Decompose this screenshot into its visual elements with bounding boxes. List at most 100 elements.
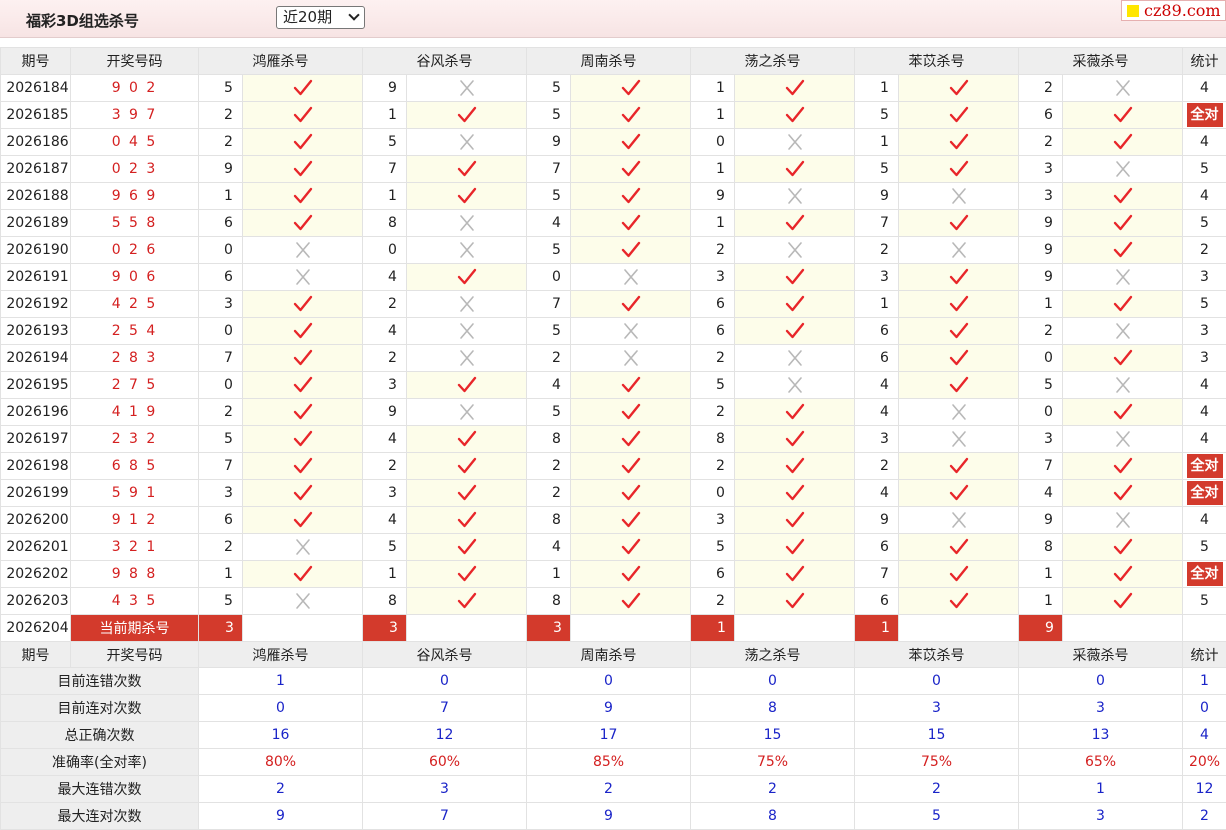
result-cell — [1063, 534, 1183, 561]
table-row: 20261932 5 40456623 — [1, 318, 1226, 345]
kill-number-cell: 2 — [527, 345, 571, 372]
result-cell — [899, 534, 1019, 561]
result-cell — [571, 534, 691, 561]
result-cell — [735, 426, 855, 453]
summary-row: 总正确次数1612171515134 — [1, 722, 1226, 749]
kill-number-cell: 9 — [855, 183, 899, 210]
col-issue: 期号 — [1, 48, 71, 75]
kill-number-cell: 4 — [363, 507, 407, 534]
summary-value: 80% — [199, 749, 363, 776]
cross-icon — [785, 134, 805, 150]
kill-number-cell: 3 — [199, 480, 243, 507]
result-cell — [899, 318, 1019, 345]
check-icon — [621, 188, 641, 204]
kill-number-cell: 5 — [1019, 372, 1063, 399]
kill-number-cell: 9 — [691, 183, 735, 210]
kill-number-cell: 2 — [1019, 318, 1063, 345]
kill-number-cell: 5 — [527, 183, 571, 210]
check-icon — [621, 242, 641, 258]
kill-number-cell: 8 — [1019, 534, 1063, 561]
cross-icon — [457, 350, 477, 366]
table-row: 20261853 9 7215156全对 — [1, 102, 1226, 129]
result-cell — [1063, 210, 1183, 237]
stat-cell: 5 — [1183, 210, 1226, 237]
issue-cell: 2026195 — [1, 372, 71, 399]
summary-label: 目前连错次数 — [1, 668, 199, 695]
check-icon — [457, 161, 477, 177]
check-icon — [293, 485, 313, 501]
kill-number-cell: 3 — [199, 291, 243, 318]
issue-cell: 2026189 — [1, 210, 71, 237]
site-badge[interactable]: cz89.com — [1121, 0, 1226, 21]
current-kill-label: 当前期杀号 — [71, 615, 199, 642]
kill-number-cell: 3 — [1019, 183, 1063, 210]
draw-number-cell: 9 8 8 — [71, 561, 199, 588]
result-cell — [407, 156, 527, 183]
result-cell — [243, 102, 363, 129]
kill-number-cell: 2 — [199, 399, 243, 426]
kill-number-cell: 6 — [199, 210, 243, 237]
draw-number-cell: 2 8 3 — [71, 345, 199, 372]
check-icon — [457, 593, 477, 609]
col-draw: 开奖号码 — [71, 48, 199, 75]
check-icon — [949, 485, 969, 501]
kill-number-cell: 2 — [199, 102, 243, 129]
empty-cell — [407, 615, 527, 642]
check-icon — [949, 107, 969, 123]
result-cell — [407, 129, 527, 156]
check-icon — [785, 512, 805, 528]
cross-icon — [949, 512, 969, 528]
result-cell — [735, 156, 855, 183]
stat-cell: 4 — [1183, 372, 1226, 399]
kill-number-cell: 9 — [527, 129, 571, 156]
kill-number-cell: 6 — [1019, 102, 1063, 129]
kill-number-cell: 3 — [855, 426, 899, 453]
summary-stat: 0 — [1183, 695, 1226, 722]
cross-icon — [949, 404, 969, 420]
cross-icon — [293, 593, 313, 609]
kill-number-cell: 8 — [363, 588, 407, 615]
kill-number-cell: 4 — [527, 210, 571, 237]
result-cell — [899, 345, 1019, 372]
table-row: 20261860 4 52590124 — [1, 129, 1226, 156]
summary-stat: 20% — [1183, 749, 1226, 776]
result-cell — [1063, 588, 1183, 615]
result-cell — [407, 210, 527, 237]
kill-number-cell: 1 — [1019, 561, 1063, 588]
kill-number-cell: 1 — [199, 183, 243, 210]
page-title: 福彩3D组选杀号 — [26, 10, 139, 31]
result-cell — [735, 453, 855, 480]
summary-value: 9 — [199, 803, 363, 830]
table-row: 20261900 2 60052292 — [1, 237, 1226, 264]
check-icon — [949, 269, 969, 285]
result-cell — [1063, 129, 1183, 156]
check-icon — [949, 161, 969, 177]
result-cell — [243, 129, 363, 156]
check-icon — [457, 566, 477, 582]
cross-icon — [1113, 512, 1133, 528]
check-icon — [785, 323, 805, 339]
result-cell — [735, 210, 855, 237]
result-cell — [407, 291, 527, 318]
kill-number-cell: 2 — [691, 588, 735, 615]
issue-cell: 2026193 — [1, 318, 71, 345]
stat-cell: 4 — [1183, 399, 1226, 426]
issue-cell: 2026188 — [1, 183, 71, 210]
table-row: 20261849 0 25951124 — [1, 75, 1226, 102]
col-expert-1: 鸿雁杀号 — [199, 642, 363, 668]
table-row: 20261986 8 5722227全对 — [1, 453, 1226, 480]
stat-cell: 4 — [1183, 507, 1226, 534]
draw-number-cell: 9 6 9 — [71, 183, 199, 210]
result-cell — [735, 588, 855, 615]
issue-cell: 2026187 — [1, 156, 71, 183]
issue-cell: 2026194 — [1, 345, 71, 372]
kill-number-cell: 1 — [691, 102, 735, 129]
result-cell — [243, 237, 363, 264]
summary-value: 3 — [1019, 803, 1183, 830]
result-cell — [735, 399, 855, 426]
period-select[interactable]: 近20期 — [276, 6, 365, 29]
check-icon — [457, 458, 477, 474]
kill-number-cell: 2 — [691, 237, 735, 264]
result-cell — [1063, 507, 1183, 534]
draw-number-cell: 9 1 2 — [71, 507, 199, 534]
